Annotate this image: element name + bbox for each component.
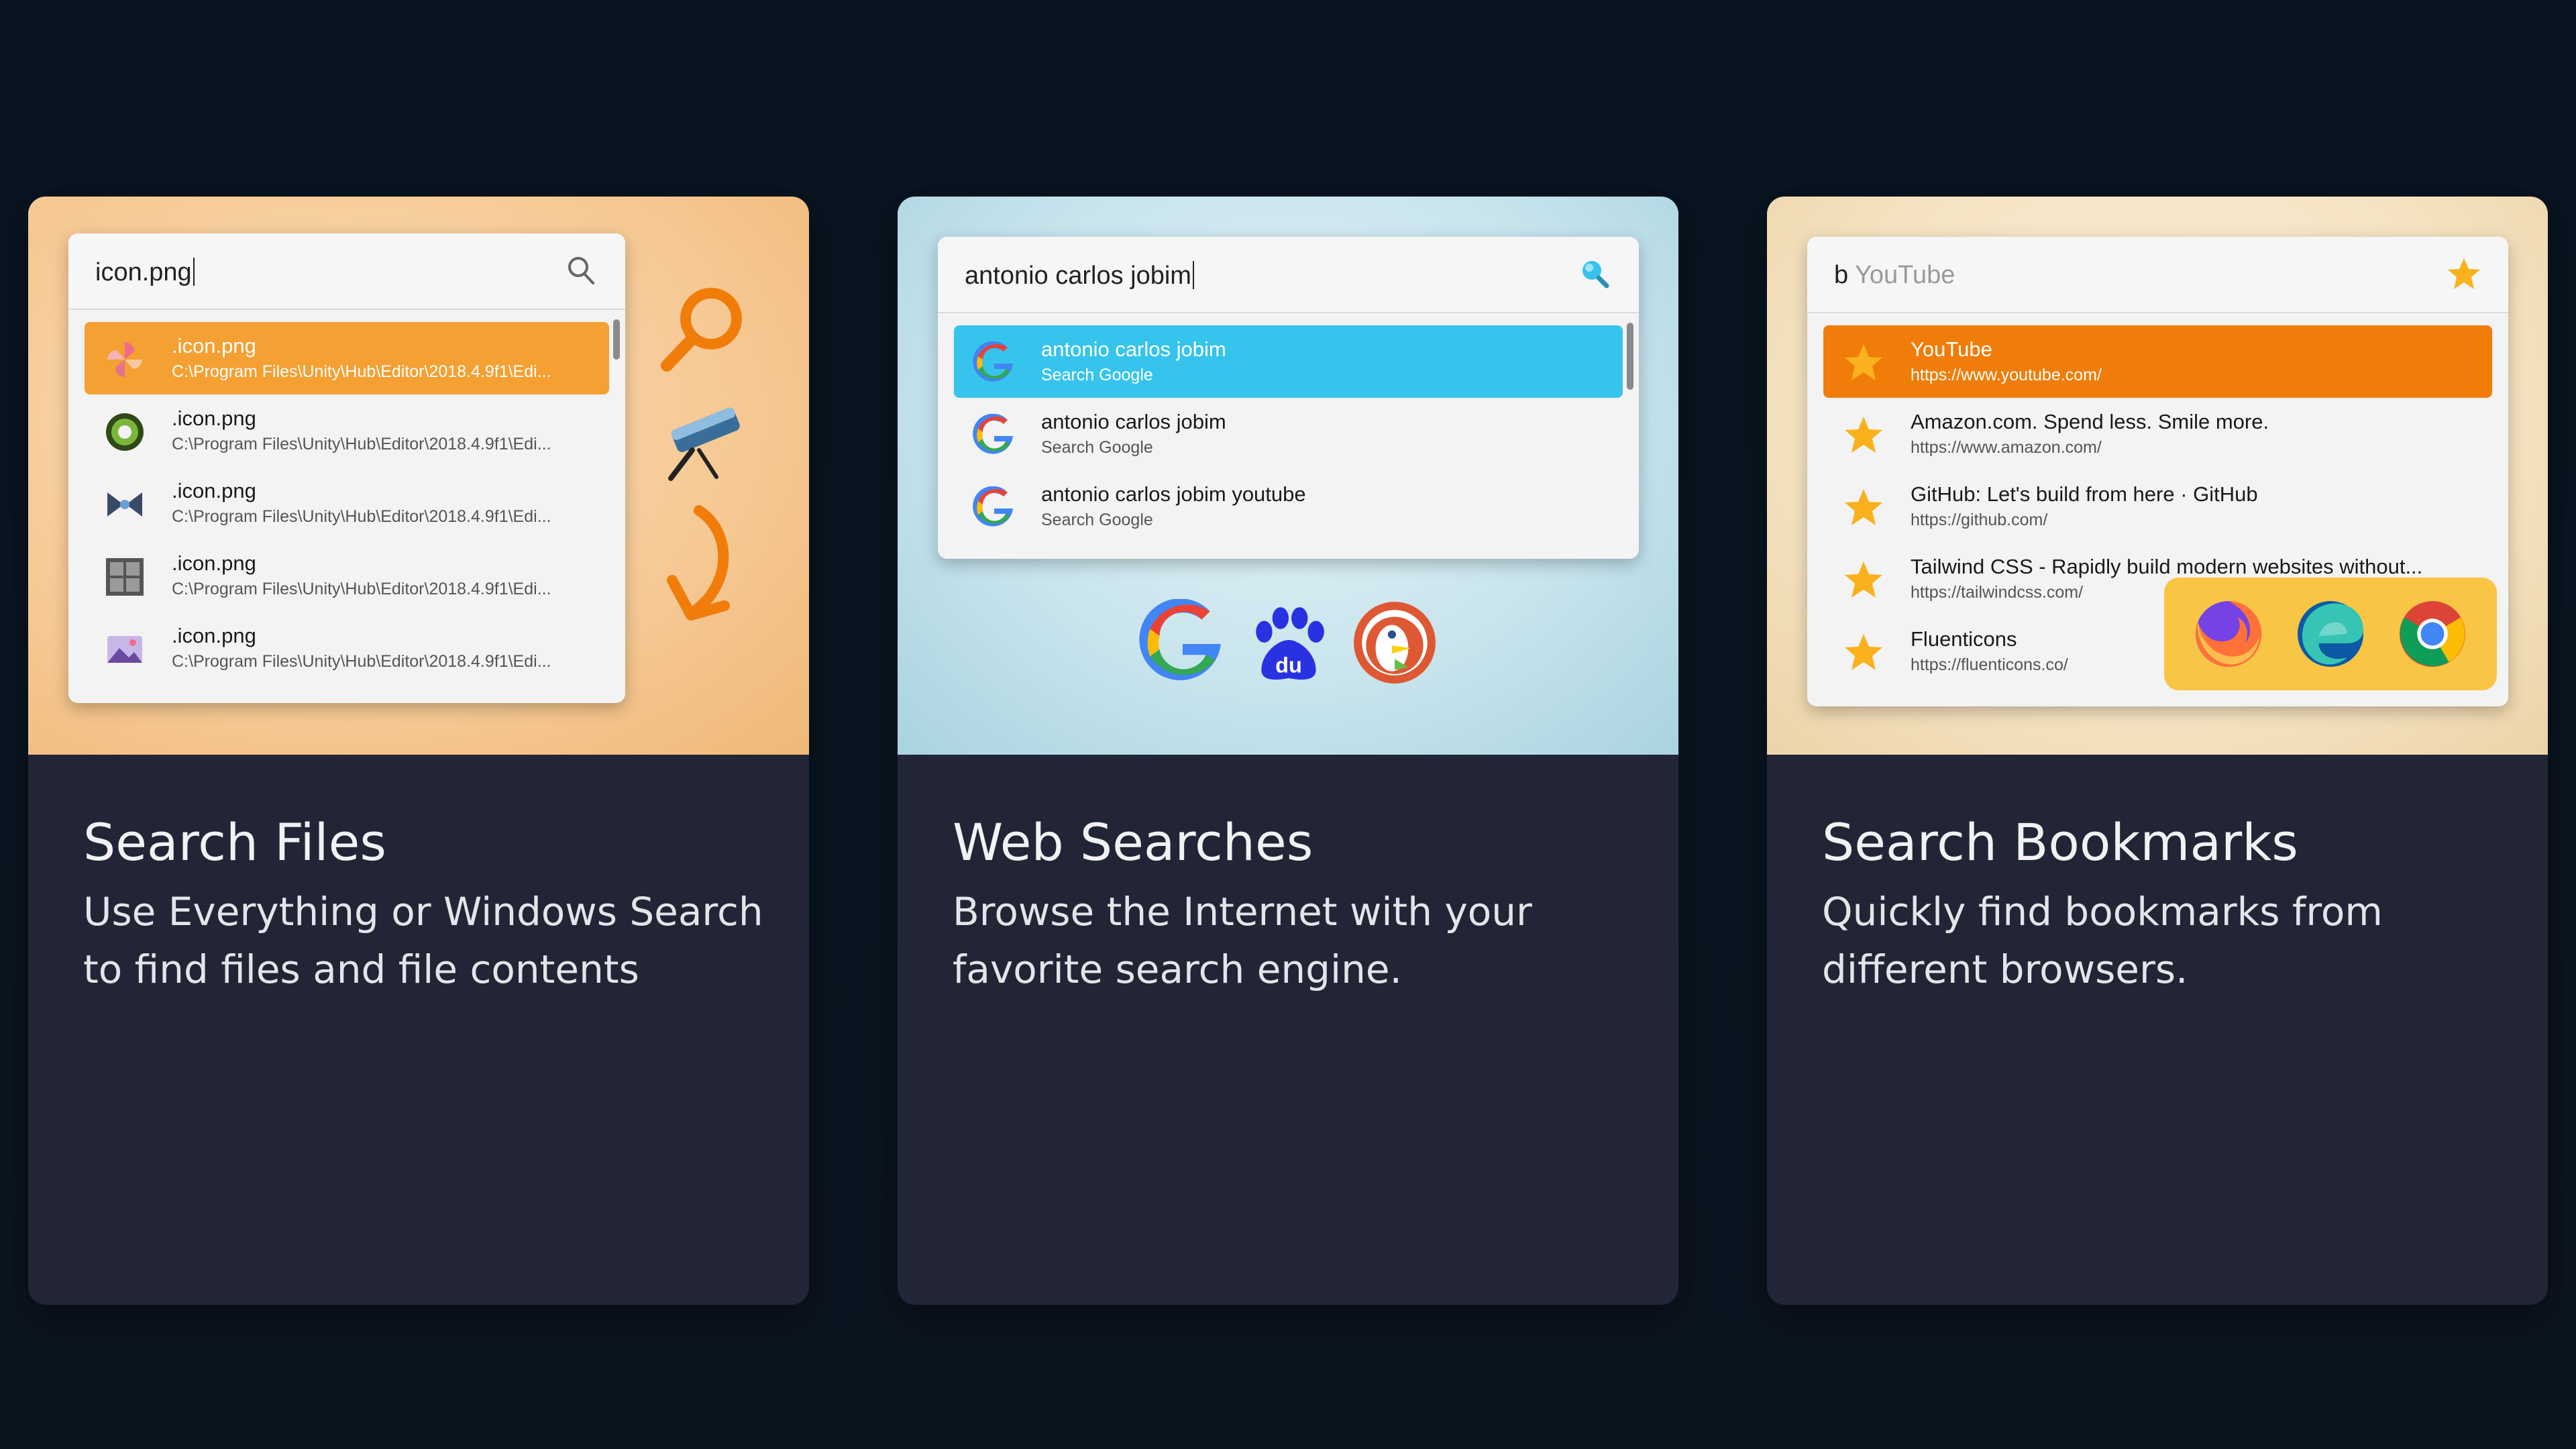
bookmarks-search-input[interactable]: b YouTube [1834, 261, 1955, 290]
bookmark-row[interactable]: GitHub: Let's build from here · GitHub h… [1823, 470, 2492, 543]
bookmark-url: https://www.youtube.com/ [1911, 366, 2102, 384]
browser-logos [2164, 578, 2497, 690]
web-result-row[interactable]: antonio carlos jobim Search Google [954, 398, 1623, 470]
files-search-input[interactable]: icon.png [95, 258, 195, 287]
file-path: C:\Program Files\Unity\Hub\Editor\2018.4… [172, 362, 551, 381]
star-icon [1845, 344, 1882, 380]
file-result-row[interactable]: .icon.png C:\Program Files\Unity\Hub\Edi… [85, 467, 609, 539]
bookmarks-search-bar[interactable]: b YouTube [1807, 237, 2508, 313]
chrome-icon[interactable] [2395, 596, 2470, 672]
card-search-files: icon.png .icon.png C:\Program Files\Unit… [28, 197, 809, 1305]
file-path: C:\Program Files\Unity\Hub\Editor\2018.4… [172, 507, 551, 526]
web-result-title: antonio carlos jobim [1041, 410, 1226, 433]
edge-icon[interactable] [2293, 596, 2368, 672]
card-web-searches: antonio carlos jobim antonio carlos jobi… [898, 197, 1678, 1305]
search-engine-logos: du [1139, 599, 1448, 686]
web-result-row[interactable]: antonio carlos jobim youtube Search Goog… [954, 470, 1623, 543]
bookmark-title: Fluenticons [1911, 627, 2017, 651]
star-icon [1845, 489, 1882, 525]
card-description: Quickly find bookmarks from different br… [1822, 889, 2383, 992]
file-result-row[interactable]: .icon.png C:\Program Files\Unity\Hub\Edi… [85, 394, 609, 467]
file-name: .icon.png [172, 624, 256, 647]
web-result-title: antonio carlos jobim youtube [1041, 482, 1306, 506]
card-description: Browse the Internet with your favorite s… [953, 889, 1532, 992]
web-result-row[interactable]: antonio carlos jobim Search Google [954, 325, 1623, 398]
bookmark-url: https://tailwindcss.com/ [1911, 583, 2084, 602]
hero-search-files: icon.png .icon.png C:\Program Files\Unit… [28, 197, 809, 755]
google-logo-icon [973, 414, 1013, 454]
card-title: Search Bookmarks [1822, 812, 2298, 872]
duckduckgo-logo-icon[interactable] [1351, 599, 1438, 686]
scrollbar[interactable] [613, 319, 620, 360]
file-result-row[interactable]: .icon.png C:\Program Files\Unity\Hub\Edi… [85, 612, 609, 684]
bookmark-row[interactable]: Amazon.com. Spend less. Smile more. http… [1823, 398, 2492, 470]
file-path: C:\Program Files\Unity\Hub\Editor\2018.4… [172, 652, 551, 671]
google-logo-icon[interactable] [1139, 599, 1226, 686]
file-name: .icon.png [172, 407, 256, 430]
file-name: .icon.png [172, 479, 256, 502]
file-name: .icon.png [172, 334, 256, 358]
pinwheel-icon [107, 342, 142, 377]
file-name: .icon.png [172, 551, 256, 575]
search-icon[interactable] [1576, 256, 1613, 293]
bookmark-url: https://www.amazon.com/ [1911, 438, 2102, 457]
web-result-sub: Search Google [1041, 438, 1153, 457]
web-result-sub: Search Google [1041, 366, 1153, 384]
file-result-row[interactable]: .icon.png C:\Program Files\Unity\Hub\Edi… [85, 539, 609, 612]
bookmark-title: YouTube [1911, 337, 1992, 361]
search-icon[interactable] [562, 252, 600, 290]
card-title: Search Files [83, 812, 387, 872]
hero-web-searches: antonio carlos jobim antonio carlos jobi… [898, 197, 1678, 755]
baidu-logo-icon[interactable]: du [1245, 599, 1332, 686]
curved-arrow-icon [667, 505, 730, 621]
star-icon [2448, 258, 2480, 289]
landscape-icon [107, 636, 142, 663]
green-ring-icon [106, 413, 144, 451]
bookmark-title: GitHub: Let's build from here · GitHub [1911, 482, 2258, 506]
bookmark-title: Amazon.com. Spend less. Smile more. [1911, 410, 2269, 433]
file-path: C:\Program Files\Unity\Hub\Editor\2018.4… [172, 580, 551, 598]
file-result-row[interactable]: .icon.png C:\Program Files\Unity\Hub\Edi… [85, 322, 609, 394]
web-search-input[interactable]: antonio carlos jobim [965, 261, 1194, 290]
file-path: C:\Program Files\Unity\Hub\Editor\2018.4… [172, 435, 551, 453]
files-search-panel: icon.png .icon.png C:\Program Files\Unit… [68, 233, 625, 703]
grid-icon [106, 558, 144, 596]
google-logo-icon [973, 486, 1013, 527]
bookmark-row[interactable]: YouTube https://www.youtube.com/ [1823, 325, 2492, 398]
firefox-icon[interactable] [2191, 596, 2266, 672]
bookmark-url: https://fluenticons.co/ [1911, 655, 2068, 674]
telescope-icon [668, 407, 740, 481]
files-search-bar[interactable]: icon.png [68, 233, 625, 310]
web-result-title: antonio carlos jobim [1041, 337, 1226, 361]
star-icon [1845, 561, 1882, 598]
web-result-sub: Search Google [1041, 511, 1153, 529]
bowtie-icon [107, 492, 142, 517]
scrollbar[interactable] [1627, 323, 1633, 390]
bookmark-url: https://github.com/ [1911, 511, 2048, 529]
card-title: Web Searches [953, 812, 1313, 872]
magnifier-icon [661, 288, 742, 372]
hero-search-bookmarks: b YouTube YouTube https://www.youtube.co… [1767, 197, 2548, 755]
card-search-bookmarks: b YouTube YouTube https://www.youtube.co… [1767, 197, 2548, 1305]
google-logo-icon [973, 341, 1013, 382]
star-icon [1845, 634, 1882, 670]
web-search-bar[interactable]: antonio carlos jobim [938, 237, 1639, 313]
bookmarks-search-panel: b YouTube YouTube https://www.youtube.co… [1807, 237, 2508, 706]
side-icons [652, 284, 773, 653]
svg-text:du: du [1275, 653, 1302, 678]
web-search-panel: antonio carlos jobim antonio carlos jobi… [938, 237, 1639, 559]
card-description: Use Everything or Windows Search to find… [83, 889, 763, 992]
star-icon [1845, 417, 1882, 453]
bookmark-title: Tailwind CSS - Rapidly build modern webs… [1911, 555, 2423, 578]
